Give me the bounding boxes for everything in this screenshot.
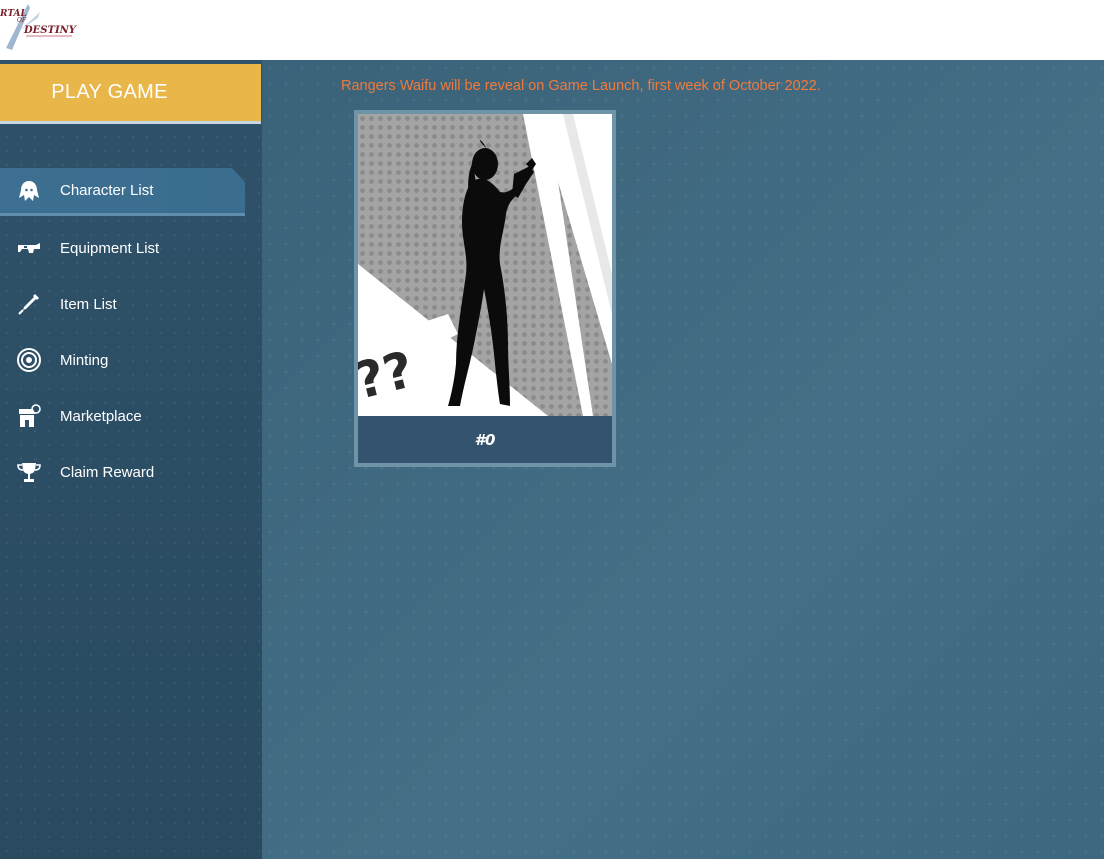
character-icon [16,178,42,204]
trophy-icon [16,459,42,485]
sidebar-item-label: Claim Reward [60,463,155,481]
game-logo[interactable]: RTAL OF DESTINY [0,0,80,56]
target-icon [16,347,42,373]
sidebar-item-label: Marketplace [60,407,142,425]
sidebar-item-item-list[interactable]: Item List [0,280,245,328]
launch-notice: Rangers Waifu will be reveal on Game Lau… [341,78,821,94]
syringe-icon [16,291,42,317]
shop-icon [16,403,42,429]
sidebar-item-label: Minting [60,351,109,369]
sidebar-item-label: Character List [60,182,154,199]
logo-text-of: OF [17,17,27,24]
character-silhouette [448,140,536,406]
play-game-button[interactable]: PLAY GAME [0,64,261,124]
character-card[interactable]: ?? #0 [354,110,616,467]
top-bar: RTAL OF DESTINY [0,0,1104,60]
play-game-label: PLAY GAME [51,81,168,103]
logo-text-main: DESTINY [23,25,77,36]
sidebar-item-equipment-list[interactable]: Equipment List [0,224,245,272]
gun-icon [16,235,42,261]
sidebar-item-claim-reward[interactable]: Claim Reward [0,448,245,496]
sidebar-item-label: Equipment List [60,239,160,257]
sidebar: PLAY GAME Character List Equipment List [0,60,262,859]
sidebar-item-marketplace[interactable]: Marketplace [0,392,245,440]
sidebar-item-character-list[interactable]: Character List [0,168,245,216]
main-content: Rangers Waifu will be reveal on Game Lau… [262,60,1104,859]
character-card-id: #0 [358,416,612,463]
sidebar-item-label: Item List [60,295,117,313]
sidebar-item-minting[interactable]: Minting [0,336,245,384]
character-card-image: ?? [358,114,612,416]
sidebar-nav: Character List Equipment List Item List [0,168,262,504]
